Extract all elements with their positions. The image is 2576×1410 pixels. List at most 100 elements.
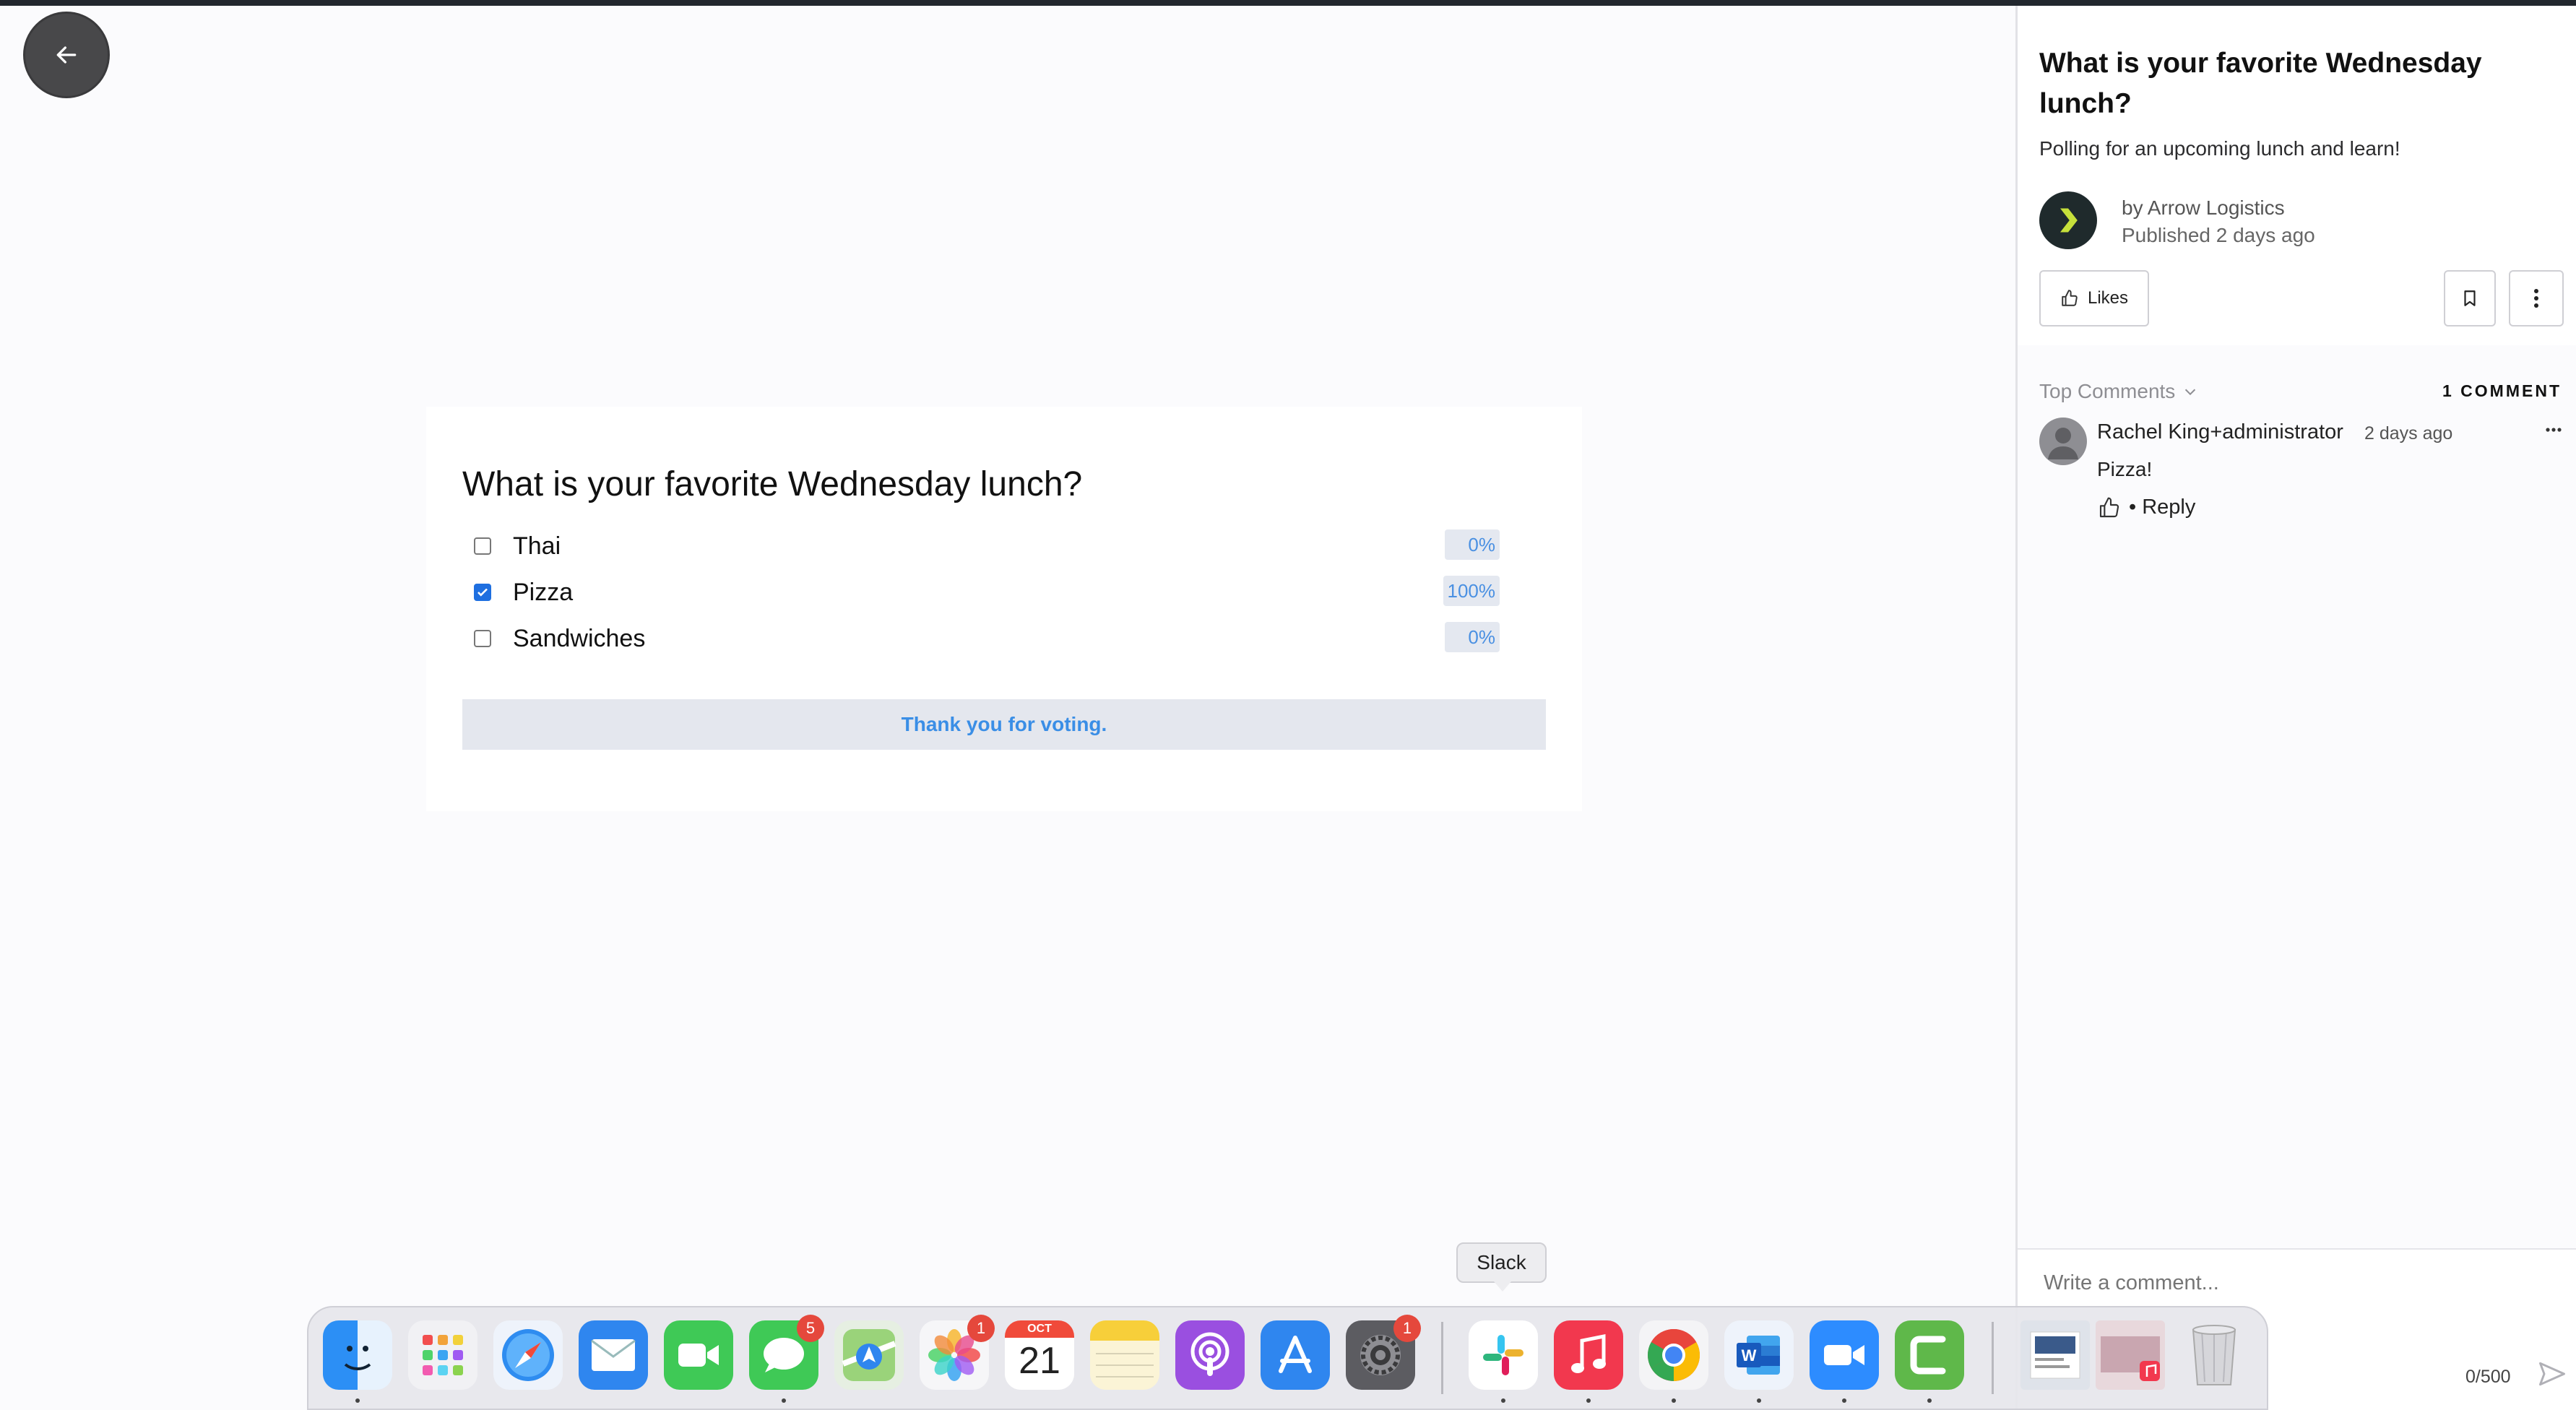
comment-more-button[interactable] (2545, 415, 2562, 438)
slack-hash-icon (1483, 1335, 1523, 1375)
document-stack-icon (2030, 1331, 2080, 1379)
trash-bin-icon (2192, 1325, 2236, 1385)
post-title: What is your favorite Wednesday lunch? (2039, 48, 2482, 119)
music-icon[interactable] (1554, 1320, 1623, 1403)
author-name[interactable]: by Arrow Logistics (2122, 196, 2285, 220)
finder-face-icon (344, 1346, 371, 1370)
envelope-icon (591, 1339, 636, 1371)
slack-icon[interactable] (1469, 1320, 1538, 1403)
running-indicator (1842, 1398, 1846, 1403)
dock-tooltip: Slack (1456, 1242, 1547, 1292)
maps-icon[interactable] (834, 1320, 904, 1390)
downloads-stack-icon[interactable] (2020, 1320, 2090, 1390)
calendar-month: OCT (1005, 1320, 1074, 1338)
poll-title: What is your favorite Wednesday lunch? (462, 465, 1083, 503)
settings-icon[interactable]: 1 (1346, 1315, 1421, 1390)
chrome-logo-icon (1647, 1328, 1700, 1381)
comment-like-icon[interactable] (2097, 496, 2122, 519)
messages-icon[interactable]: 5 (749, 1315, 824, 1403)
chrome-icon[interactable] (1639, 1320, 1708, 1403)
arrow-left-icon (56, 46, 77, 64)
vertical-ellipsis-icon (2534, 289, 2538, 308)
running-indicator (1757, 1398, 1761, 1403)
speech-bubble-icon (764, 1338, 804, 1372)
commenter-avatar[interactable] (2039, 418, 2087, 465)
comment-sort-dropdown[interactable]: Top Comments (2039, 380, 2198, 403)
horizontal-ellipsis-icon (2546, 428, 2562, 432)
bookmark-button[interactable] (2444, 270, 2496, 326)
thumbs-up-icon (2062, 290, 2078, 306)
running-indicator (1501, 1398, 1505, 1403)
compass-icon (502, 1329, 554, 1381)
facetime-icon[interactable] (664, 1320, 733, 1390)
zoom-camera-icon (1824, 1345, 1864, 1365)
podcast-broadcast-icon (1190, 1332, 1229, 1376)
svg-text:W: W (1742, 1346, 1757, 1364)
word-document-icon: W (1737, 1336, 1780, 1375)
back-button[interactable] (23, 12, 110, 98)
calendar-day: 21 (1019, 1340, 1060, 1382)
dock-separator (1441, 1322, 1443, 1394)
camtasia-c-icon (1910, 1336, 1946, 1375)
checkmark-icon (477, 588, 488, 597)
finder-icon[interactable] (323, 1320, 392, 1403)
podcasts-icon[interactable] (1175, 1320, 1245, 1390)
comment-count: 1 COMMENT (2442, 381, 2562, 400)
photos-icon[interactable]: 1 (920, 1315, 995, 1390)
poll-option-pizza[interactable]: Pizza 100% (474, 574, 1500, 610)
recent-stack-icon[interactable] (2096, 1320, 2165, 1390)
word-icon[interactable]: W (1724, 1320, 1794, 1403)
poll-card: What is your favorite Wednesday lunch? T… (426, 407, 1582, 811)
author-avatar[interactable] (2039, 191, 2097, 249)
comment-author[interactable]: Rachel King+administrator (2097, 420, 2343, 444)
comments-section: Top Comments 1 COMMENT Rachel King+admin… (2018, 345, 2576, 1248)
music-file-stack-icon (2101, 1336, 2160, 1381)
main-content-area: What is your favorite Wednesday lunch? T… (0, 6, 2015, 1410)
safari-icon[interactable] (493, 1320, 563, 1390)
likes-label: Likes (2087, 288, 2129, 308)
option-percent: 0% (1445, 622, 1500, 652)
more-options-button[interactable] (2509, 270, 2564, 326)
macos-dock: 5 1 OCT 21 1 W (307, 1306, 2268, 1410)
video-camera-icon (678, 1344, 719, 1367)
messages-badge: 5 (797, 1315, 824, 1342)
send-comment-button[interactable] (2536, 1358, 2568, 1393)
reply-link[interactable]: • Reply (2129, 496, 2195, 519)
comment-sort-label: Top Comments (2039, 380, 2176, 402)
running-indicator (355, 1398, 360, 1403)
notes-lines-icon (1096, 1353, 1154, 1377)
details-sidebar: What is your favorite Wednesday lunch? P… (2015, 6, 2576, 1410)
option-label: Thai (513, 532, 561, 560)
option-percent: 0% (1445, 529, 1500, 560)
poll-option-thai[interactable]: Thai 0% (474, 528, 1500, 564)
camtasia-icon[interactable] (1895, 1320, 1964, 1403)
trash-icon[interactable] (2179, 1320, 2249, 1390)
chevron-down-icon (2185, 389, 2196, 396)
user-avatar-icon (2048, 428, 2078, 459)
zoom-icon[interactable] (1810, 1320, 1879, 1403)
app-store-a-icon (1279, 1336, 1312, 1373)
mail-icon[interactable] (579, 1320, 648, 1390)
launchpad-grid-icon (423, 1335, 463, 1375)
likes-button[interactable]: Likes (2039, 270, 2149, 326)
launchpad-icon[interactable] (408, 1320, 477, 1390)
running-indicator (1586, 1398, 1591, 1403)
running-indicator (1672, 1398, 1676, 1403)
arrow-logistics-logo-icon (2060, 208, 2078, 233)
checkbox[interactable] (474, 630, 491, 647)
vote-confirmation-message: Thank you for voting. (462, 699, 1546, 750)
checkbox-checked[interactable] (474, 584, 491, 601)
calendar-icon[interactable]: OCT 21 (1005, 1320, 1074, 1390)
running-indicator (1927, 1398, 1932, 1403)
notes-header (1090, 1320, 1159, 1341)
checkbox[interactable] (474, 537, 491, 555)
dock-separator (1992, 1322, 1994, 1394)
post-subtitle: Polling for an upcoming lunch and learn! (2039, 137, 2400, 160)
photos-badge: 1 (967, 1315, 995, 1342)
window-top-bar (0, 0, 2576, 6)
app-store-icon[interactable] (1261, 1320, 1330, 1390)
comment-input[interactable] (2044, 1271, 2535, 1295)
poll-option-sandwiches[interactable]: Sandwiches 0% (474, 620, 1500, 657)
send-icon (2539, 1362, 2565, 1386)
notes-icon[interactable] (1090, 1320, 1159, 1390)
